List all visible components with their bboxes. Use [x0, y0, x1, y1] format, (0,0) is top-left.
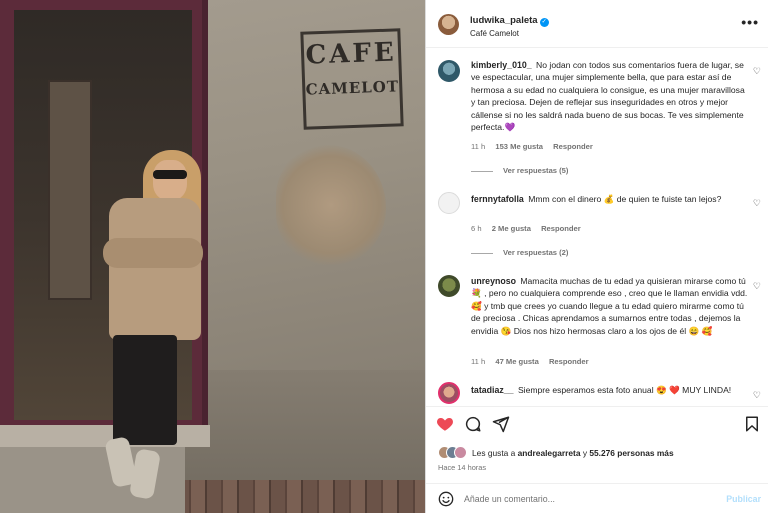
view-replies-label: Ver respuestas (5): [503, 166, 569, 175]
right-shoe: [129, 448, 161, 500]
reply-button[interactable]: Responder: [541, 224, 581, 233]
sign-line-2: CAMELOT: [305, 77, 400, 99]
sign-line-1: CAFE: [305, 37, 398, 71]
replies-line: [471, 252, 493, 254]
comment-meta: 11 h 153 Me gusta Responder: [471, 142, 601, 151]
post-side-panel: ludwika_paleta ✓ Café Camelot ••• kimberl…: [425, 0, 768, 513]
likes-prefix: Les gusta a: [472, 448, 516, 458]
commenter-avatar[interactable]: [438, 60, 460, 82]
crossed-arms: [103, 238, 203, 268]
comment-time: 6 h: [471, 224, 482, 233]
post-photo[interactable]: CAFE CAMELOT: [0, 0, 425, 513]
likes-summary[interactable]: Les gusta a andrealegarreta y 55.276 per…: [438, 446, 758, 462]
comment-body: kimberly_010_ No jodan con todos sus com…: [471, 59, 749, 133]
comment-input[interactable]: [464, 491, 704, 507]
share-icon[interactable]: [492, 415, 510, 433]
comment-likes[interactable]: 2 Me gusta: [492, 224, 531, 233]
wall-patch: [276, 145, 386, 265]
post-location[interactable]: Café Camelot: [470, 29, 519, 38]
comment-like-icon[interactable]: ♡: [753, 198, 761, 209]
comment-time: 11 h: [471, 142, 486, 151]
comment-body: tatadiaz__ Siempre esperamos esta foto a…: [471, 384, 749, 396]
reply-button[interactable]: Responder: [549, 357, 589, 366]
comment-meta: 6 h 2 Me gusta Responder: [471, 224, 589, 233]
comment-time: 11 h: [471, 357, 486, 366]
comment-likes[interactable]: 153 Me gusta: [495, 142, 543, 151]
likes-connector: y: [582, 448, 588, 458]
likes-count[interactable]: 55.276 personas más: [589, 448, 673, 458]
comment-text: No jodan con todos sus comentarios fuera…: [471, 60, 745, 133]
cafe-sign: CAFE CAMELOT: [300, 28, 404, 130]
author-username[interactable]: ludwika_paleta: [470, 15, 538, 26]
sunglasses: [153, 170, 187, 179]
reply-button[interactable]: Responder: [553, 142, 593, 151]
commenter-avatar[interactable]: [438, 382, 460, 404]
more-options-button[interactable]: •••: [741, 14, 759, 30]
post-actions: [426, 406, 768, 446]
verified-icon: ✓: [539, 18, 549, 27]
commenter-username[interactable]: unreynoso: [471, 276, 516, 286]
cobblestones: [175, 480, 425, 513]
replies-line: [471, 170, 493, 172]
bookmark-icon[interactable]: [743, 415, 761, 433]
commenter-avatar[interactable]: [438, 192, 460, 214]
heart-icon[interactable]: [436, 415, 454, 433]
door-panel: [48, 80, 92, 300]
liker-avatar: [454, 446, 467, 459]
commenter-username[interactable]: kimberly_010_: [471, 60, 532, 70]
comment-body: fernnytafolla Mmm con el dinero 💰 de qui…: [471, 193, 749, 205]
comment-like-icon[interactable]: ♡: [753, 66, 761, 77]
view-replies-button[interactable]: Ver respuestas (2): [471, 248, 568, 257]
wall-base: [185, 370, 425, 485]
likes-text: Les gusta a andrealegarreta y 55.276 per…: [472, 448, 674, 458]
add-comment-bar: Publicar: [426, 483, 768, 513]
comment-meta: 11 h 47 Me gusta Responder: [471, 357, 597, 366]
post-time: Hace 14 horas: [438, 463, 487, 472]
likes-user[interactable]: andrealegarreta: [518, 448, 581, 458]
comment-body: unreynoso Mamacita muchas de tu edad ya …: [471, 275, 749, 337]
face: [153, 160, 187, 200]
comment-list[interactable]: kimberly_010_ No jodan con todos sus com…: [426, 49, 768, 406]
comment-like-icon[interactable]: ♡: [753, 281, 761, 292]
commenter-username[interactable]: fernnytafolla: [471, 194, 524, 204]
comment-icon[interactable]: [464, 415, 482, 433]
woman-figure: [95, 150, 205, 500]
sweater: [109, 198, 201, 340]
pants: [113, 335, 177, 445]
emoji-icon[interactable]: [438, 491, 454, 507]
post-header: ludwika_paleta ✓ Café Camelot •••: [426, 0, 768, 48]
view-replies-label: Ver respuestas (2): [503, 248, 569, 257]
author-avatar[interactable]: [438, 14, 459, 35]
author-name-row: ludwika_paleta ✓: [470, 15, 549, 27]
commenter-avatar[interactable]: [438, 275, 460, 297]
view-replies-button[interactable]: Ver respuestas (5): [471, 166, 568, 175]
comment-likes[interactable]: 47 Me gusta: [495, 357, 538, 366]
publish-button[interactable]: Publicar: [726, 494, 761, 504]
comment-text: Mmm con el dinero 💰 de quien te fuiste t…: [528, 194, 722, 204]
comment-text: Siempre esperamos esta foto anual 😍 ❤️ M…: [517, 385, 732, 395]
comment-like-icon[interactable]: ♡: [753, 390, 761, 401]
commenter-username[interactable]: tatadiaz__: [471, 385, 514, 395]
